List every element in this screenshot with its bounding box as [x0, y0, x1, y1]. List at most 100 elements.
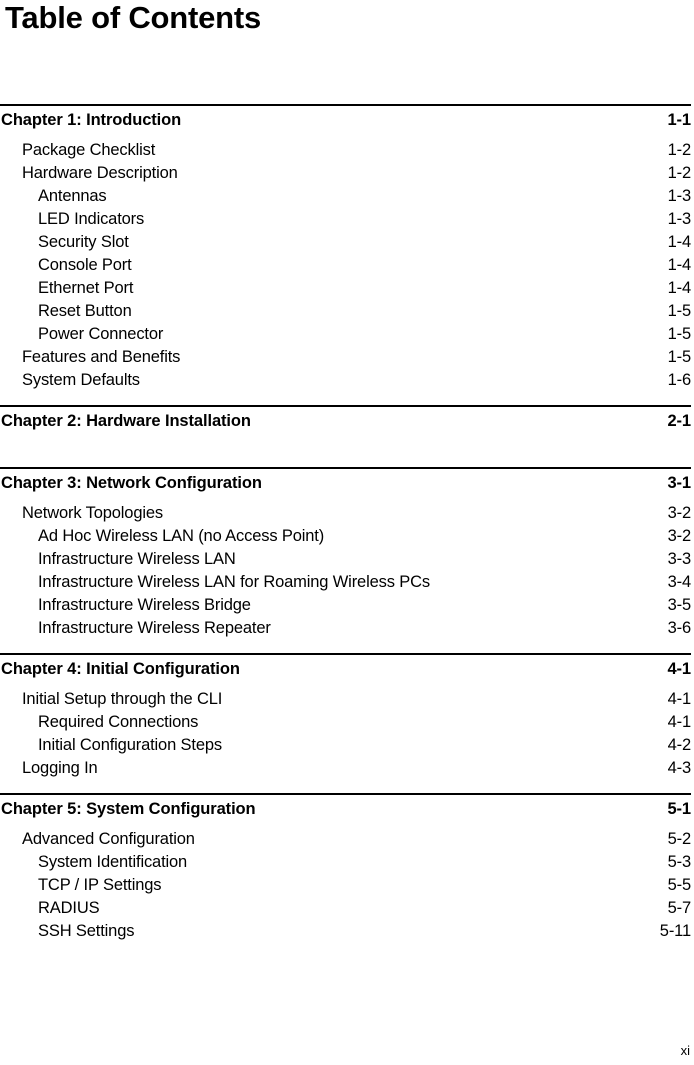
- toc-entry-row[interactable]: Ad Hoc Wireless LAN (no Access Point) 3-2: [0, 527, 691, 550]
- toc-entry-page-number: 5-11: [659, 922, 691, 940]
- toc-entry-row[interactable]: Initial Setup through the CLI 4-1: [0, 690, 691, 713]
- toc-entry-page-number: 1-4: [667, 279, 692, 297]
- chapter-heading-label: Chapter 4: Initial Configuration: [1, 660, 240, 678]
- toc-entry-page-number: 5-5: [667, 876, 692, 894]
- toc-entry-row[interactable]: Advanced Configuration 5-2: [0, 830, 691, 853]
- toc-entry-page-number: 3-2: [667, 527, 692, 545]
- chapter-heading-row[interactable]: Chapter 2: Hardware Installation 2-1: [0, 407, 691, 433]
- toc-entry-row[interactable]: Required Connections 4-1: [0, 713, 691, 736]
- toc-entry-page-number: 1-5: [667, 348, 692, 366]
- toc-entry-label: Network Topologies: [22, 504, 163, 522]
- toc-entry-row[interactable]: Console Port 1-4: [0, 256, 691, 279]
- toc-entry-page-number: 4-3: [667, 759, 692, 777]
- toc-entry-label: RADIUS: [38, 899, 100, 917]
- toc-entry-page-number: 1-6: [667, 371, 692, 389]
- toc-entry-row[interactable]: Network Topologies 3-2: [0, 504, 691, 527]
- chapter-entries: Initial Setup through the CLI 4-1 Required…: [0, 681, 691, 793]
- toc-entry-page-number: 3-5: [667, 596, 692, 614]
- toc-entry-label: Initial Setup through the CLI: [22, 690, 223, 708]
- toc-entry-label: System Identification: [38, 853, 188, 871]
- toc-entry-label: Infrastructure Wireless LAN: [38, 550, 236, 568]
- toc-entry-row[interactable]: Reset Button 1-5: [0, 302, 691, 325]
- chapter-block: Chapter 5: System Configuration 5-1 Advanc…: [0, 793, 691, 956]
- toc-entry-page-number: 5-3: [667, 853, 692, 871]
- toc-entry-label: Infrastructure Wireless Repeater: [38, 619, 271, 637]
- chapter-block: Chapter 4: Initial Configuration 4-1 Initi…: [0, 653, 691, 793]
- chapter-heading-row[interactable]: Chapter 3: Network Configuration 3-1: [0, 469, 691, 495]
- chapter-heading-row[interactable]: Chapter 5: System Configuration 5-1: [0, 795, 691, 821]
- toc-entry-label: Hardware Description: [22, 164, 178, 182]
- toc-entry-row[interactable]: Infrastructure Wireless LAN for Roaming …: [0, 573, 691, 596]
- chapter-heading-label: Chapter 1: Introduction: [1, 111, 182, 129]
- toc-entry-row[interactable]: Security Slot 1-4: [0, 233, 691, 256]
- toc-entry-row[interactable]: System Defaults 1-6: [0, 371, 691, 394]
- page-title: Table of Contents: [5, 0, 262, 35]
- toc-entry-label: TCP / IP Settings: [38, 876, 162, 894]
- toc-entry-page-number: 3-3: [667, 550, 692, 568]
- toc-entry-label: Ad Hoc Wireless LAN (no Access Point): [38, 527, 325, 545]
- table-of-contents: Chapter 1: Introduction 1-1 Package Checkl…: [0, 104, 691, 956]
- toc-entry-page-number: 1-3: [667, 210, 692, 228]
- chapter-entries: Advanced Configuration 5-2 System Identifi…: [0, 821, 691, 956]
- toc-page: Table of Contents Chapter 1: Introductio…: [0, 0, 694, 1065]
- chapter-heading-label: Chapter 5: System Configuration: [1, 800, 256, 818]
- chapter-page-number: 1-1: [667, 111, 691, 129]
- chapter-entries: Package Checklist 1-2 Hardware Description…: [0, 132, 691, 405]
- toc-entry-label: Antennas: [38, 187, 107, 205]
- toc-entry-label: LED Indicators: [38, 210, 145, 228]
- toc-entry-label: Initial Configuration Steps: [38, 736, 222, 754]
- toc-entry-row[interactable]: Infrastructure Wireless LAN 3-3: [0, 550, 691, 573]
- chapter-heading-label: Chapter 3: Network Configuration: [1, 474, 262, 492]
- chapter-page-number: 5-1: [667, 800, 691, 818]
- toc-entry-label: Console Port: [38, 256, 132, 274]
- toc-entry-label: Power Connector: [38, 325, 164, 343]
- toc-entry-row[interactable]: Package Checklist 1-2: [0, 141, 691, 164]
- toc-entry-label: Logging In: [22, 759, 98, 777]
- toc-entry-label: Features and Benefits: [22, 348, 181, 366]
- chapter-entries: Network Topologies 3-2 Ad Hoc Wireless LAN…: [0, 495, 691, 653]
- toc-entry-page-number: 5-2: [667, 830, 692, 848]
- toc-entry-page-number: 3-4: [667, 573, 692, 591]
- chapter-page-number: 4-1: [667, 660, 691, 678]
- toc-entry-page-number: 1-3: [667, 187, 692, 205]
- chapter-block: Chapter 2: Hardware Installation 2-1: [0, 405, 691, 467]
- toc-entry-page-number: 1-5: [667, 302, 692, 320]
- toc-entry-row[interactable]: Logging In 4-3: [0, 759, 691, 782]
- chapter-block: Chapter 1: Introduction 1-1 Package Checkl…: [0, 104, 691, 405]
- chapter-heading-row[interactable]: Chapter 1: Introduction 1-1: [0, 106, 691, 132]
- toc-entry-page-number: 1-5: [667, 325, 692, 343]
- toc-entry-row[interactable]: Features and Benefits 1-5: [0, 348, 691, 371]
- toc-entry-row[interactable]: Power Connector 1-5: [0, 325, 691, 348]
- toc-entry-row[interactable]: Antennas 1-3: [0, 187, 691, 210]
- toc-entry-label: System Defaults: [22, 371, 140, 389]
- chapter-page-number: 2-1: [667, 412, 691, 430]
- toc-entry-row[interactable]: Infrastructure Wireless Bridge 3-5: [0, 596, 691, 619]
- toc-entry-row[interactable]: Infrastructure Wireless Repeater 3-6: [0, 619, 691, 642]
- toc-entry-row[interactable]: SSH Settings 5-11: [0, 922, 691, 945]
- toc-entry-page-number: 1-2: [667, 141, 692, 159]
- chapter-page-number: 3-1: [667, 474, 691, 492]
- toc-entry-row[interactable]: TCP / IP Settings 5-5: [0, 876, 691, 899]
- chapter-heading-label: Chapter 2: Hardware Installation: [1, 412, 251, 430]
- toc-entry-page-number: 4-1: [667, 690, 692, 708]
- toc-entry-page-number: 1-4: [667, 256, 692, 274]
- toc-entry-label: Reset Button: [38, 302, 132, 320]
- toc-entry-row[interactable]: System Identification 5-3: [0, 853, 691, 876]
- toc-entry-page-number: 3-6: [667, 619, 692, 637]
- toc-entry-row[interactable]: LED Indicators 1-3: [0, 210, 691, 233]
- page-folio: xi: [680, 1043, 690, 1058]
- toc-entry-row[interactable]: RADIUS 5-7: [0, 899, 691, 922]
- toc-entry-row[interactable]: Hardware Description 1-2: [0, 164, 691, 187]
- toc-entry-row[interactable]: Ethernet Port 1-4: [0, 279, 691, 302]
- toc-entry-page-number: 5-7: [667, 899, 692, 917]
- toc-entry-page-number: 1-2: [667, 164, 692, 182]
- toc-entry-label: Security Slot: [38, 233, 129, 251]
- toc-entry-label: Infrastructure Wireless LAN for Roaming …: [38, 573, 430, 591]
- toc-entry-row[interactable]: Initial Configuration Steps 4-2: [0, 736, 691, 759]
- toc-entry-label: Advanced Configuration: [22, 830, 195, 848]
- toc-entry-label: Ethernet Port: [38, 279, 134, 297]
- chapter-block: Chapter 3: Network Configuration 3-1 Netwo…: [0, 467, 691, 653]
- toc-entry-page-number: 4-2: [667, 736, 692, 754]
- chapter-heading-row[interactable]: Chapter 4: Initial Configuration 4-1: [0, 655, 691, 681]
- toc-entry-page-number: 3-2: [667, 504, 692, 522]
